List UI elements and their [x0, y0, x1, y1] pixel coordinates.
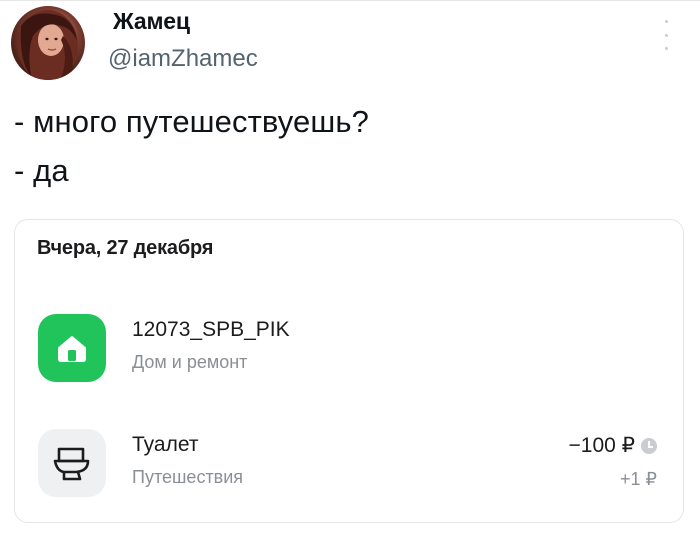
transaction-row[interactable]: Туалет Путешествия −100 ₽ +1 ₽ — [15, 425, 683, 505]
transactions-card: Вчера, 27 декабря 12073_SPB_PIK Дом и ре… — [14, 219, 684, 523]
transaction-title: 12073_SPB_PIK — [132, 318, 290, 341]
avatar[interactable] — [11, 6, 85, 80]
transaction-category: Дом и ремонт — [132, 352, 248, 372]
tweet-text-line-2: - да — [14, 153, 69, 188]
home-icon — [38, 314, 106, 382]
transaction-row[interactable]: 12073_SPB_PIK Дом и ремонт — [15, 310, 683, 390]
toilet-icon — [38, 429, 106, 497]
tweet-text-line-1: - много путешествуешь? — [14, 104, 369, 139]
transaction-title: Туалет — [132, 433, 199, 456]
transaction-amount: −100 ₽ — [568, 434, 636, 457]
more-options-icon[interactable] — [658, 20, 674, 50]
display-name[interactable]: Жамец — [113, 8, 190, 35]
user-handle[interactable]: @iamZhamec — [108, 45, 258, 73]
transaction-cashback: +1 ₽ — [620, 469, 657, 489]
transaction-category: Путешествия — [132, 467, 244, 487]
clock-icon — [641, 437, 657, 454]
transaction-amount-wrap: −100 ₽ — [568, 433, 657, 458]
transactions-date: Вчера, 27 декабря — [37, 237, 214, 259]
top-divider — [0, 0, 700, 1]
